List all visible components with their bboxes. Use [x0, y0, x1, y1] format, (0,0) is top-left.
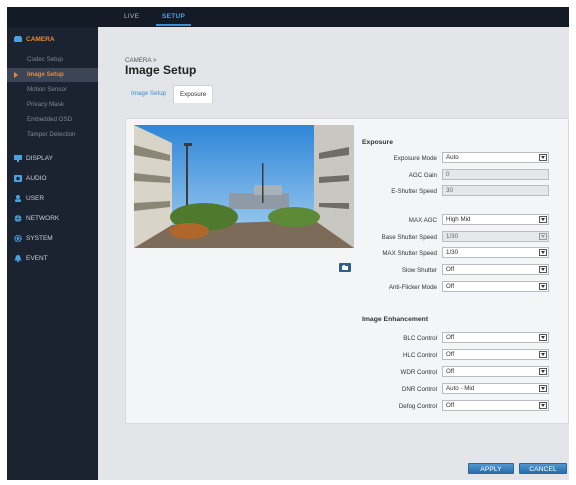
- chevron-down-icon: [539, 334, 547, 341]
- slow-shutter-select[interactable]: Off: [442, 264, 549, 275]
- audio-icon: [14, 175, 22, 182]
- apply-button[interactable]: APPLY: [468, 463, 514, 474]
- sidebar-section-label: CAMERA: [26, 36, 55, 43]
- wdr-control-select[interactable]: Off: [442, 366, 549, 377]
- display-icon: [14, 155, 22, 162]
- field-value: 30: [446, 187, 453, 194]
- field-label: Slow Shutter: [401, 267, 437, 274]
- field-label: Anti-Flicker Mode: [388, 284, 437, 291]
- select-value: High Mid: [446, 216, 471, 223]
- sidebar-item-tamper-detection[interactable]: Tamper Detection: [7, 128, 98, 142]
- select-value: 1/30: [446, 233, 459, 240]
- page-title: Image Setup: [125, 63, 197, 77]
- sidebar-section-label: EVENT: [26, 255, 48, 262]
- max-shutter-speed-select[interactable]: 1/30: [442, 247, 549, 258]
- camera-icon: [14, 36, 22, 42]
- max-agc-select[interactable]: High Mid: [442, 214, 549, 225]
- field-label: AGC Gain: [408, 172, 437, 179]
- user-icon: [15, 195, 21, 202]
- sidebar-item-codec-setup[interactable]: Codec Setup: [7, 53, 98, 67]
- select-value: Auto: [446, 154, 459, 161]
- select-value: 1/30: [446, 249, 459, 256]
- sidebar-section-user[interactable]: USER: [7, 191, 98, 207]
- field-label: WDR Control: [400, 369, 437, 376]
- sidebar-section-camera[interactable]: CAMERA: [7, 32, 98, 48]
- exposure-panel: Exposure Exposure Mode Auto AGC Gain 0 E…: [125, 118, 569, 424]
- field-label: HLC Control: [402, 352, 437, 359]
- field-value: 0: [446, 171, 450, 178]
- field-label: Base Shutter Speed: [381, 234, 437, 241]
- exposure-heading: Exposure: [362, 139, 393, 146]
- blc-control-select[interactable]: Off: [442, 332, 549, 343]
- image-enhancement-heading: Image Enhancement: [362, 316, 429, 323]
- chevron-down-icon: [539, 402, 547, 409]
- sidebar-item-label: Motion Sensor: [27, 86, 67, 93]
- agc-gain-field: 0: [442, 169, 549, 180]
- gear-icon: [14, 235, 22, 242]
- dnr-control-select[interactable]: Auto - Mid: [442, 383, 549, 394]
- active-arrow-icon: [14, 72, 18, 78]
- sidebar-item-label: Image Setup: [27, 71, 64, 78]
- event-bell-icon: [14, 255, 22, 262]
- exposure-mode-select[interactable]: Auto: [442, 152, 549, 163]
- sidebar-item-embedded-osd[interactable]: Embedded OSD: [7, 113, 98, 127]
- sidebar-section-label: NETWORK: [26, 215, 60, 222]
- field-label: DNR Control: [401, 386, 437, 393]
- chevron-down-icon: [539, 283, 547, 290]
- network-icon: [14, 215, 22, 222]
- chevron-down-icon: [539, 154, 547, 161]
- select-value: Off: [446, 351, 455, 358]
- field-label: MAX AGC: [408, 217, 437, 224]
- select-value: Off: [446, 266, 455, 273]
- sidebar-item-privacy-mask[interactable]: Privacy Mask: [7, 98, 98, 112]
- tab-image-setup[interactable]: Image Setup: [125, 85, 172, 102]
- chevron-down-icon: [539, 385, 547, 392]
- select-value: Off: [446, 368, 455, 375]
- defog-control-select[interactable]: Off: [442, 400, 549, 411]
- chevron-down-icon: [539, 351, 547, 358]
- field-label: Exposure Mode: [393, 155, 437, 162]
- main-content: CAMERA > Image Setup Image Setup Exposur…: [98, 27, 569, 480]
- sidebar-section-audio[interactable]: AUDIO: [7, 171, 98, 187]
- sidebar-section-label: DISPLAY: [26, 155, 53, 162]
- sidebar-section-label: USER: [26, 195, 45, 202]
- field-label: MAX Shutter Speed: [382, 250, 437, 257]
- camera-preview-image: [134, 125, 354, 248]
- top-nav-bar: LIVE SETUP: [7, 7, 569, 27]
- chevron-down-icon: [539, 233, 547, 240]
- sidebar-item-label: Tamper Detection: [27, 131, 76, 138]
- select-value: Off: [446, 402, 455, 409]
- sidebar-section-label: SYSTEM: [26, 235, 53, 242]
- tab-live[interactable]: LIVE: [124, 13, 139, 20]
- chevron-down-icon: [539, 266, 547, 273]
- e-shutter-speed-field: 30: [442, 185, 549, 196]
- sidebar-item-image-setup[interactable]: Image Setup: [7, 68, 98, 82]
- sidebar-section-network[interactable]: NETWORK: [7, 211, 98, 227]
- field-label: E-Shutter Speed: [391, 188, 437, 195]
- sidebar-section-label: AUDIO: [26, 175, 47, 182]
- field-label: BLC Control: [403, 335, 437, 342]
- sidebar-item-label: Privacy Mask: [27, 101, 64, 108]
- sidebar-section-event[interactable]: EVENT: [7, 251, 98, 267]
- select-value: Auto - Mid: [446, 385, 475, 392]
- sidebar: CAMERA Codec Setup Image Setup Motion Se…: [7, 27, 98, 480]
- sidebar-item-motion-sensor[interactable]: Motion Sensor: [7, 83, 98, 97]
- field-label: Defog Control: [398, 403, 437, 410]
- anti-flicker-mode-select[interactable]: Off: [442, 281, 549, 292]
- tab-exposure[interactable]: Exposure: [173, 85, 214, 103]
- sidebar-item-label: Codec Setup: [27, 56, 63, 63]
- tab-setup[interactable]: SETUP: [155, 13, 192, 26]
- cancel-button[interactable]: CANCEL: [519, 463, 567, 474]
- sidebar-item-label: Embedded OSD: [27, 116, 73, 123]
- hlc-control-select[interactable]: Off: [442, 349, 549, 360]
- base-shutter-speed-select: 1/30: [442, 231, 549, 242]
- sidebar-section-system[interactable]: SYSTEM: [7, 231, 98, 247]
- select-value: Off: [446, 334, 455, 341]
- select-value: Off: [446, 283, 455, 290]
- chevron-down-icon: [539, 368, 547, 375]
- sidebar-section-display[interactable]: DISPLAY: [7, 151, 98, 167]
- chevron-down-icon: [539, 249, 547, 256]
- chevron-down-icon: [539, 216, 547, 223]
